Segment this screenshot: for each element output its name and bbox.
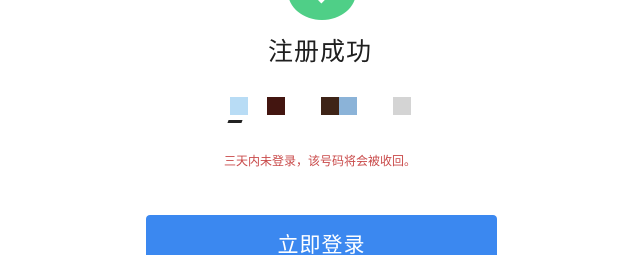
success-check-icon [288,0,356,20]
masked-account-number [0,97,620,127]
masked-digit [321,97,339,115]
masked-digit [230,97,248,115]
masked-digit-dash [227,120,243,123]
expiry-notice: 三天内未登录，该号码将会被收回。 [223,154,416,168]
registration-success-page: 注册成功 三天内未登录，该号码将会被收回。 立即登录 [0,0,620,255]
page-title: 注册成功 [267,37,372,66]
masked-digit [339,97,357,115]
masked-digit [393,97,411,115]
masked-digit [267,97,285,115]
login-now-button[interactable]: 立即登录 [146,215,497,255]
